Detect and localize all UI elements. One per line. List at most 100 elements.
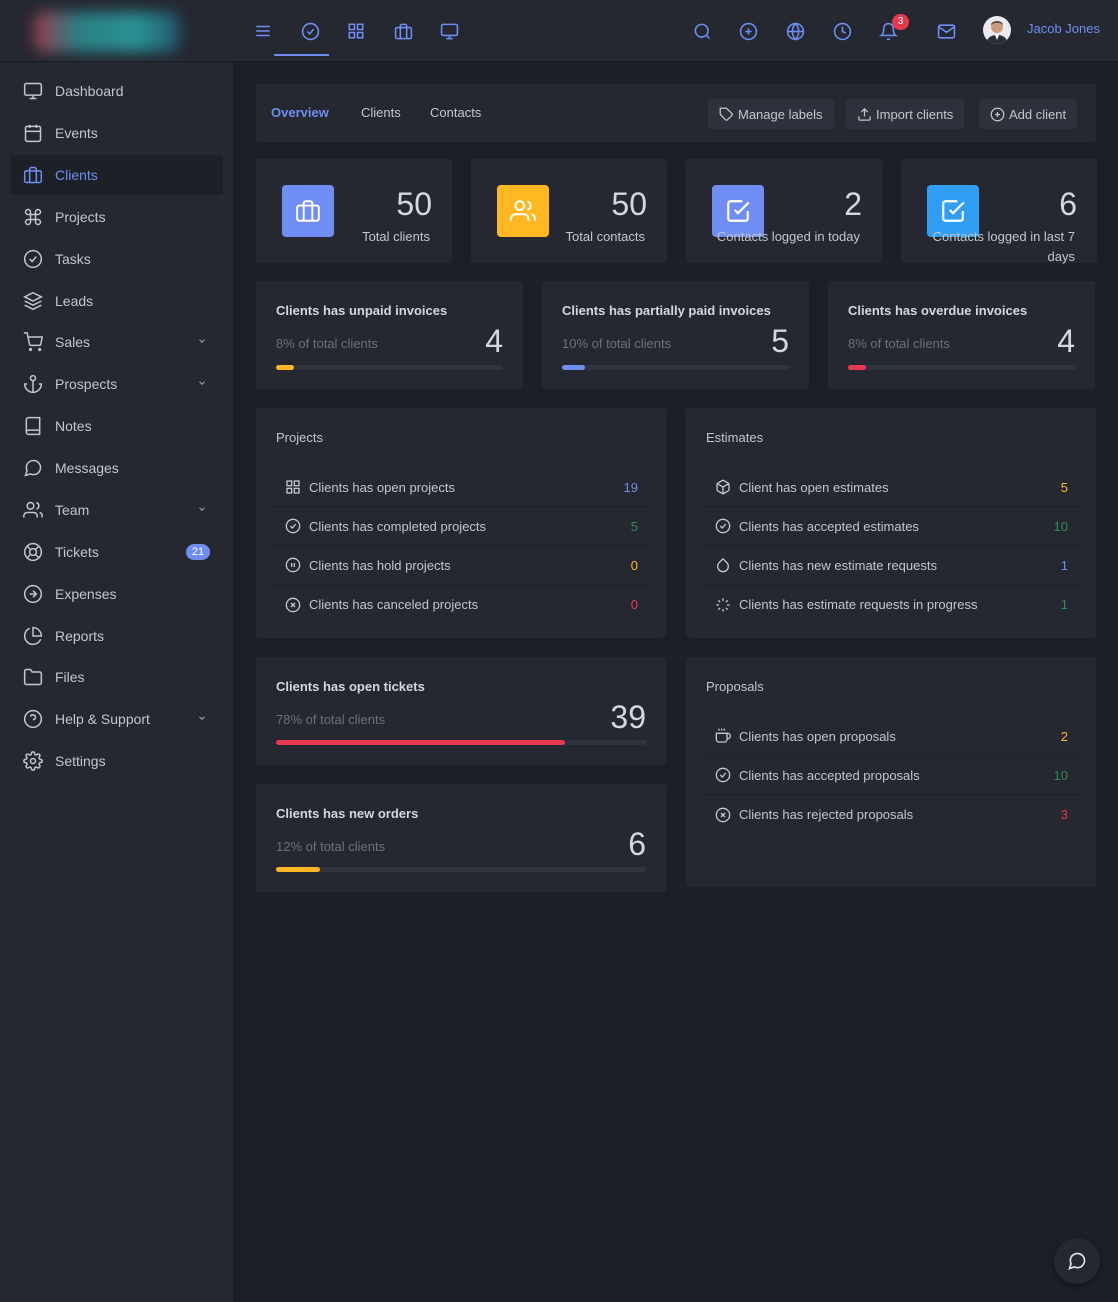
- list-item-value: 2: [1060, 728, 1068, 744]
- arrow-circle-icon: [23, 584, 43, 604]
- globe-icon[interactable]: [783, 19, 807, 43]
- progress-track: [276, 365, 503, 370]
- panel-title: Proposals: [706, 679, 764, 694]
- sidebar-item-label: Prospects: [55, 376, 118, 392]
- clock-icon[interactable]: [830, 19, 854, 43]
- sidebar-item-tickets[interactable]: Tickets 21: [10, 532, 223, 572]
- stat-label: Contacts logged in last 7 days: [933, 227, 1075, 267]
- list-item-value: 0: [630, 597, 638, 612]
- app-logo[interactable]: [34, 12, 180, 52]
- coffee-icon: [715, 728, 731, 743]
- import-clients-button[interactable]: Import clients: [846, 99, 965, 129]
- sidebar-item-sales[interactable]: Sales: [10, 322, 223, 362]
- list-item[interactable]: Clients has accepted estimates 10: [702, 507, 1080, 546]
- grid-icon[interactable]: [344, 19, 368, 43]
- sidebar-item-tasks[interactable]: Tasks: [10, 239, 223, 279]
- overdue-invoices-card[interactable]: Clients has overdue invoices 8% of total…: [828, 281, 1095, 389]
- user-name[interactable]: Jacob Jones: [1027, 21, 1100, 36]
- panel-title: Estimates: [706, 430, 764, 445]
- list-item[interactable]: Clients has canceled projects 0: [272, 585, 650, 624]
- chevron-down-icon: [199, 339, 205, 344]
- list-item-value: 19: [623, 479, 638, 495]
- partially-paid-invoices-card[interactable]: Clients has partially paid invoices 10% …: [542, 281, 809, 389]
- settings-icon: [23, 751, 43, 771]
- open-tickets-card[interactable]: Clients has open tickets 78% of total cl…: [256, 657, 666, 765]
- tab-contacts[interactable]: Contacts: [430, 105, 481, 120]
- stat-label: Contacts logged in today: [716, 229, 860, 244]
- notification-badge: 3: [892, 14, 909, 30]
- sidebar-item-label: Events: [55, 125, 98, 141]
- list-item[interactable]: Clients has accepted proposals 10: [702, 756, 1080, 795]
- search-icon[interactable]: [690, 19, 714, 43]
- list-item-label: Clients has completed projects: [309, 518, 487, 534]
- briefcase-icon[interactable]: [391, 19, 415, 43]
- mail-icon[interactable]: [934, 19, 958, 43]
- checkbox-icon[interactable]: [298, 19, 322, 43]
- projects-panel: Projects Clients has open projects 19 Cl…: [256, 408, 666, 638]
- stat-card-contacts-last-7-days[interactable]: 6 Contacts logged in last 7 days: [901, 159, 1097, 264]
- chat-button[interactable]: [1054, 1238, 1100, 1284]
- progress-fill: [848, 365, 867, 370]
- list-item[interactable]: Clients has open proposals 2: [702, 717, 1080, 756]
- progress-track: [276, 740, 646, 745]
- sidebar-item-expenses[interactable]: Expenses: [10, 574, 223, 614]
- tab-clients[interactable]: Clients: [361, 105, 401, 120]
- sidebar-item-settings[interactable]: Settings: [10, 741, 223, 781]
- sidebar-item-events[interactable]: Events: [10, 113, 223, 153]
- tab-overview[interactable]: Overview: [271, 105, 329, 120]
- grid-icon: [286, 480, 300, 494]
- sidebar-item-leads[interactable]: Leads: [10, 281, 223, 321]
- layers-icon: [23, 291, 43, 311]
- chevron-down-icon: [199, 716, 205, 721]
- list-item[interactable]: Clients has estimate requests in progres…: [702, 585, 1080, 624]
- list-item[interactable]: Clients has new estimate requests 1: [702, 546, 1080, 585]
- sidebar-item-label: Messages: [55, 460, 119, 476]
- sidebar: Dashboard Events Clients Projects Tasks …: [0, 62, 233, 1302]
- sidebar-item-label: Tasks: [55, 251, 91, 267]
- monitor-icon[interactable]: [437, 19, 461, 43]
- new-orders-card[interactable]: Clients has new orders 12% of total clie…: [256, 784, 666, 892]
- list-item[interactable]: Clients has open projects 19: [272, 468, 650, 507]
- list-item[interactable]: Client has open estimates 5: [702, 468, 1080, 507]
- stat-card-total-contacts[interactable]: 50 Total contacts: [471, 159, 667, 263]
- command-icon: [24, 208, 42, 226]
- manage-labels-button[interactable]: Manage labels: [708, 99, 834, 129]
- message-icon: [24, 459, 42, 477]
- progress-track: [848, 365, 1076, 370]
- sidebar-item-projects[interactable]: Projects: [10, 197, 223, 237]
- sidebar-item-clients[interactable]: Clients: [10, 155, 223, 195]
- avatar[interactable]: [983, 16, 1011, 44]
- sidebar-item-dashboard[interactable]: Dashboard: [10, 71, 223, 111]
- sidebar-item-notes[interactable]: Notes: [10, 406, 223, 446]
- pie-chart-icon: [23, 626, 43, 646]
- stat-value: 2: [844, 186, 862, 222]
- card-value: 4: [485, 323, 503, 359]
- stat-card-total-clients[interactable]: 50 Total clients: [256, 159, 452, 263]
- list-item-value: 5: [1060, 479, 1068, 495]
- stat-card-contacts-today[interactable]: 2 Contacts logged in today: [686, 159, 882, 263]
- list-item[interactable]: Clients has rejected proposals 3: [702, 795, 1080, 834]
- card-subtitle: 12% of total clients: [276, 839, 386, 854]
- list-item-value: 1: [1060, 597, 1068, 612]
- sidebar-item-prospects[interactable]: Prospects: [10, 364, 223, 404]
- briefcase-icon: [23, 166, 43, 184]
- menu-icon[interactable]: [251, 19, 275, 43]
- sidebar-item-reports[interactable]: Reports: [10, 616, 223, 656]
- sidebar-item-files[interactable]: Files: [10, 657, 223, 697]
- sidebar-item-messages[interactable]: Messages: [10, 448, 223, 488]
- sidebar-item-label: Help & Support: [55, 711, 150, 727]
- sidebar-item-team[interactable]: Team: [10, 490, 223, 530]
- card-subtitle: 8% of total clients: [848, 336, 950, 351]
- sidebar-item-help-support[interactable]: Help & Support: [10, 699, 223, 739]
- progress-fill: [276, 740, 565, 745]
- list-item[interactable]: Clients has completed projects 5: [272, 507, 650, 546]
- list-item-value: 10: [1053, 518, 1068, 534]
- unpaid-invoices-card[interactable]: Clients has unpaid invoices 8% of total …: [256, 281, 523, 389]
- list-item[interactable]: Clients has hold projects 0: [272, 546, 650, 585]
- estimates-panel: Estimates Client has open estimates 5 Cl…: [686, 408, 1096, 638]
- add-client-button[interactable]: Add client: [979, 99, 1078, 129]
- card-title: Clients has open tickets: [276, 679, 425, 694]
- plus-circle-icon[interactable]: [736, 19, 760, 43]
- box-icon: [716, 479, 730, 495]
- progress-fill: [562, 365, 585, 370]
